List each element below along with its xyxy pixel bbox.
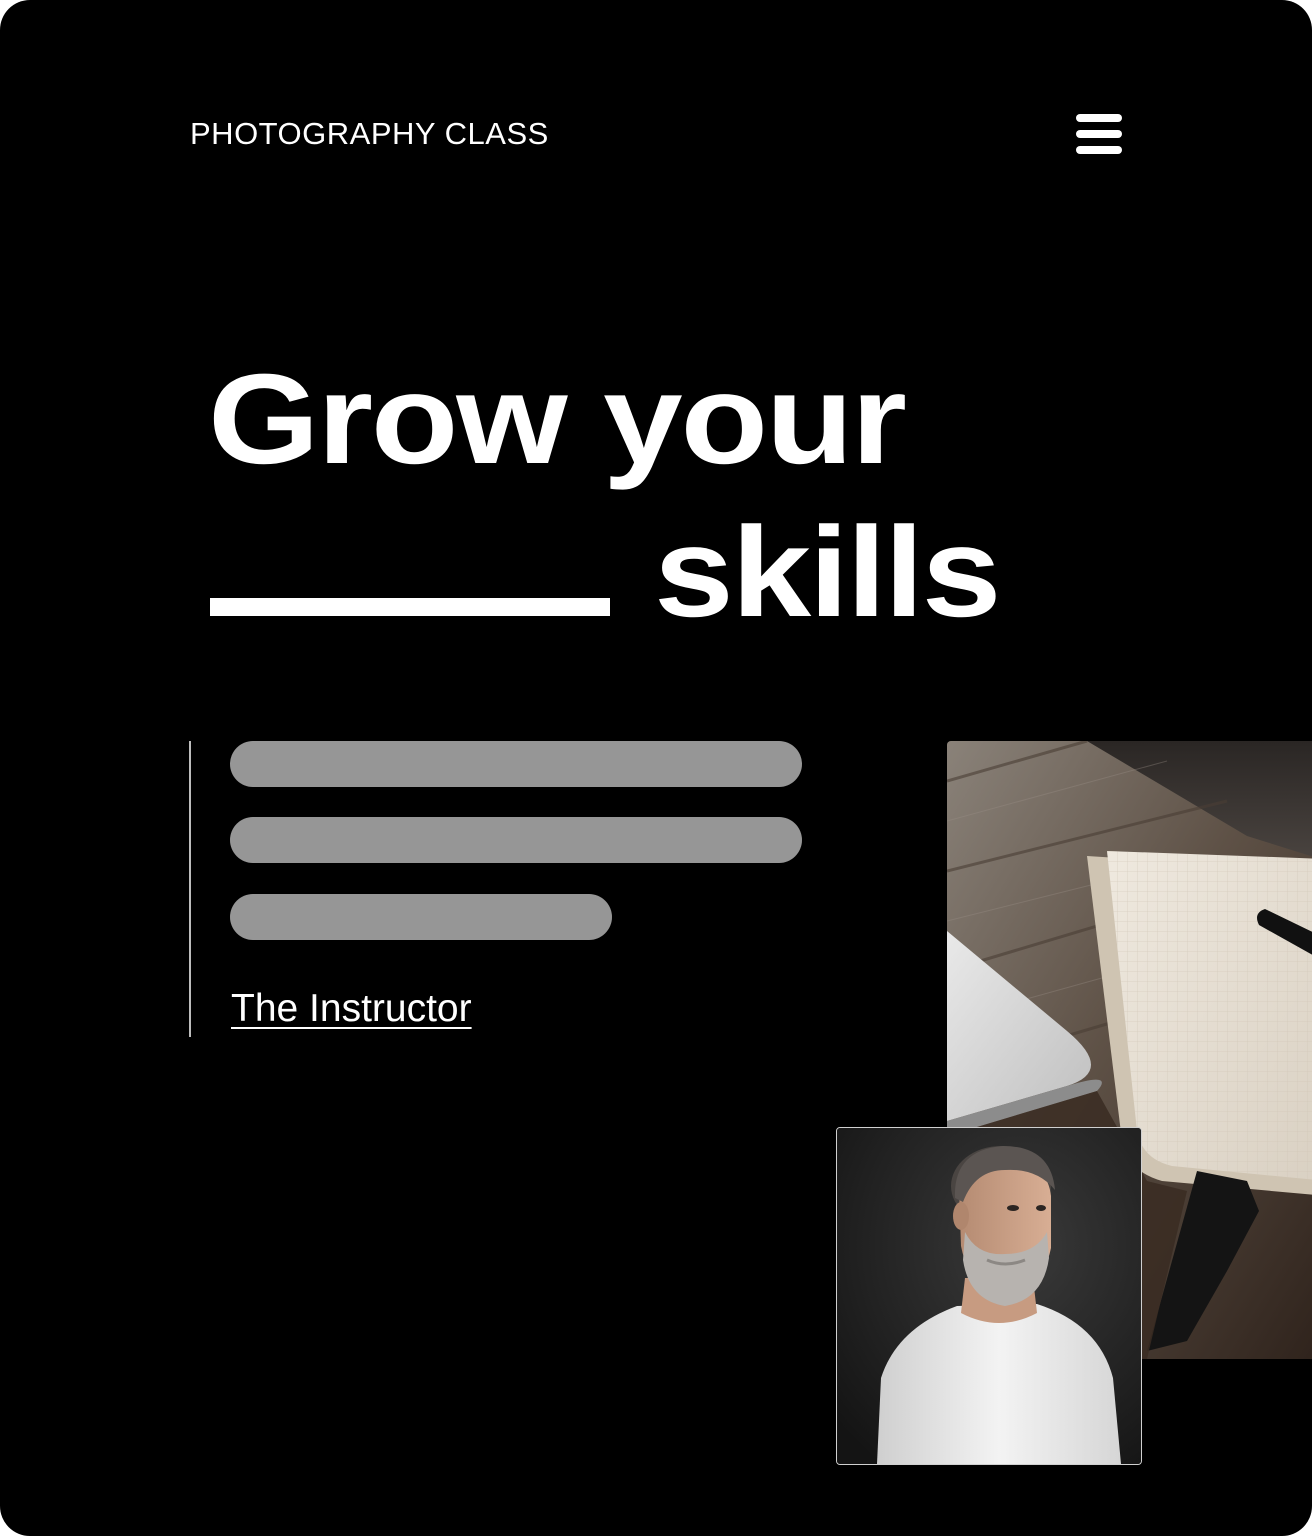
- instructor-link[interactable]: The Instructor: [231, 986, 472, 1032]
- text-placeholder-line-1: [230, 741, 802, 787]
- brand-title[interactable]: PHOTOGRAPHY CLASS: [190, 115, 549, 153]
- page-frame: PHOTOGRAPHY CLASS Grow your skills The I…: [0, 0, 1312, 1536]
- menu-bar-top: [1076, 114, 1122, 122]
- headline-blank-underline: [210, 598, 610, 616]
- intro-vertical-rule: [189, 741, 191, 1037]
- hamburger-menu-icon[interactable]: [1070, 108, 1128, 160]
- menu-bar-bottom: [1076, 146, 1122, 154]
- text-placeholder-line-3: [230, 894, 612, 940]
- hero-headline-line-2: skills: [654, 501, 1001, 644]
- portrait-photo-image: [837, 1128, 1141, 1464]
- portrait-photo: [836, 1127, 1142, 1465]
- menu-bar-middle: [1076, 130, 1122, 138]
- hero-headline-line-1: Grow your: [208, 348, 907, 491]
- text-placeholder-line-2: [230, 817, 802, 863]
